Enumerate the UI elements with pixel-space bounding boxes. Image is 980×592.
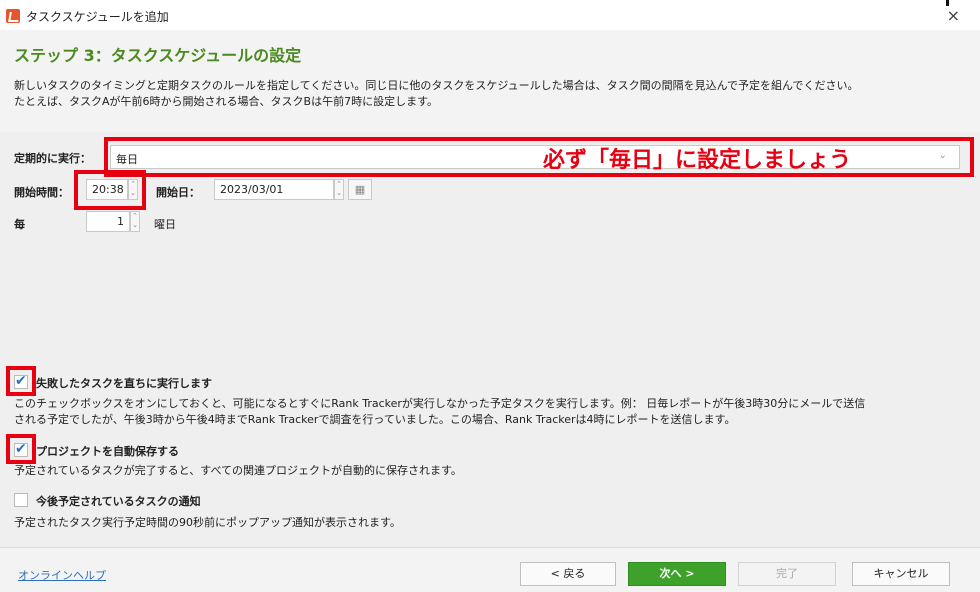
finish-button[interactable]: 完了	[738, 562, 836, 586]
cursor-mark	[946, 0, 949, 6]
every-spinner[interactable]: ⌃ ⌄	[130, 211, 140, 232]
every-unit: 曜日	[154, 218, 176, 231]
app-logo-icon	[6, 9, 20, 23]
back-button[interactable]: < 戻る	[520, 562, 616, 586]
close-icon[interactable]: ×	[947, 6, 960, 25]
notify-checkbox[interactable]	[14, 493, 28, 507]
online-help-link[interactable]: オンラインヘルプ	[18, 567, 106, 583]
calendar-icon[interactable]: ▦	[348, 179, 372, 200]
description-line-2: たとえば、タスクAが午前6時から開始される場合、タスクBは午前7時に設定します。	[14, 95, 438, 108]
highlight-box-check-1	[6, 366, 36, 396]
highlight-box-check-2	[6, 434, 36, 464]
retry-failed-description: このチェックボックスをオンにしておくと、可能になるとすぐにRank Tracke…	[14, 396, 969, 428]
next-button[interactable]: 次へ >	[628, 562, 726, 586]
annotation-text: 必ず「毎日」に設定しましょう	[543, 148, 852, 173]
start-time-label: 開始時間：	[14, 186, 69, 199]
schedule-form: 定期的に実行： 毎日 ⌄ 必ず「毎日」に設定しましょう 開始時間： 20:38 …	[0, 132, 980, 547]
start-date-input[interactable]: 2023/03/01	[214, 179, 334, 200]
retry-failed-label: 失敗したタスクを直ちに実行します	[36, 377, 212, 390]
autosave-description: 予定されているタスクが完了すると、すべての関連プロジェクトが自動的に保存されます…	[14, 464, 462, 477]
step-header: ステップ 3：タスクスケジュールの設定 新しいタスクのタイミングと定期タスクのル…	[0, 30, 980, 132]
title-bar: タスクスケジュールを追加 ×	[0, 0, 980, 30]
highlight-box-time	[74, 170, 146, 210]
dialog-footer: オンラインヘルプ < 戻る 次へ > 完了 キャンセル	[0, 547, 980, 592]
repeat-label: 定期的に実行：	[14, 152, 91, 165]
retry-failed-desc-line-1: このチェックボックスをオンにしておくと、可能になるとすぐにRank Tracke…	[14, 397, 866, 410]
description-line-1: 新しいタスクのタイミングと定期タスクのルールを指定してください。同じ日に他のタス…	[14, 79, 859, 92]
autosave-label: プロジェクトを自動保存する	[36, 445, 179, 458]
window-title: タスクスケジュールを追加	[26, 10, 169, 24]
start-date-label: 開始日：	[156, 186, 200, 199]
every-input[interactable]: 1	[86, 211, 130, 232]
start-date-spinner[interactable]: ⌃ ⌄	[334, 179, 344, 200]
retry-failed-desc-line-2: される予定でしたが、午後3時から午後4時までRank Trackerで調査を行っ…	[14, 413, 736, 426]
every-label: 毎	[14, 218, 25, 231]
notify-description: 予定されたタスク実行予定時間の90秒前にポップアップ通知が表示されます。	[14, 516, 401, 529]
notify-label: 今後予定されているタスクの通知	[36, 495, 201, 508]
page-title: ステップ 3：タスクスケジュールの設定	[14, 46, 302, 65]
step-description: 新しいタスクのタイミングと定期タスクのルールを指定してください。同じ日に他のタス…	[14, 78, 964, 110]
cancel-button[interactable]: キャンセル	[852, 562, 950, 586]
